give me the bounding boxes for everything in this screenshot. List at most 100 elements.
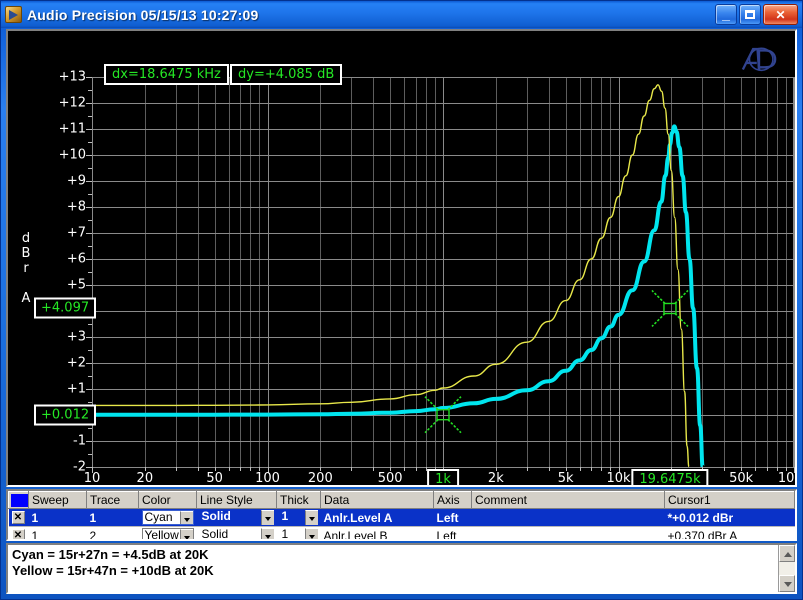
cell-line-style[interactable]: Solid: [196, 526, 277, 541]
cell-cursor1: +0.370 dBr A: [664, 526, 795, 539]
y-tick-label: +7: [66, 225, 86, 241]
x-tick-label: 5k: [557, 471, 574, 486]
cell-thick-value: 1: [281, 528, 289, 541]
y-tick-label: -1: [73, 433, 86, 449]
cell-cursor2: +9: [794, 526, 795, 539]
minimize-button[interactable]: _: [715, 4, 737, 25]
close-icon: ✕: [775, 7, 786, 22]
cell-cursor1: *+0.012 dBr: [664, 508, 795, 527]
graph-panel[interactable]: +13+12+11+10+9+8+7+6+5+4+3+2+10-1-2 1020…: [6, 29, 797, 487]
cell-color-value: Yellow: [142, 529, 180, 541]
cell-thick-select[interactable]: 1: [280, 510, 318, 525]
chevron-down-icon[interactable]: [304, 528, 318, 539]
cell-thick[interactable]: 1: [276, 508, 321, 527]
col-header-axis[interactable]: Axis: [433, 491, 472, 509]
cursor1-y-readout[interactable]: +0.012: [34, 404, 97, 426]
trace-enable-checkbox[interactable]: ✕: [8, 526, 29, 539]
col-header-trace[interactable]: Trace: [86, 491, 139, 509]
cell-thick-select[interactable]: 1: [280, 528, 318, 541]
trace-enable-icon[interactable]: ✕: [11, 511, 25, 524]
trace-table: Sweep Trace Color Line Style Thick Data …: [8, 491, 795, 541]
y-tick-label: +3: [66, 329, 86, 345]
close-button[interactable]: ✕: [763, 4, 798, 25]
y-axis-title: dBrA: [21, 231, 31, 306]
y-tick-label: +10: [58, 147, 86, 163]
col-header-data[interactable]: Data: [320, 491, 434, 509]
col-header-cursor2[interactable]: Cu: [794, 491, 795, 509]
cursor2-y-readout[interactable]: +4.097: [34, 297, 97, 319]
col-header-cursor1[interactable]: Cursor1: [664, 491, 795, 509]
x-tick-label: 200: [307, 471, 333, 486]
cell-thick[interactable]: 1: [276, 526, 321, 541]
trace-enable-checkbox[interactable]: ✕: [8, 508, 29, 527]
chevron-down-icon[interactable]: [179, 511, 193, 524]
cell-comment: [471, 526, 665, 539]
y-tick-label: +9: [66, 173, 86, 189]
cell-line-style-select[interactable]: Solid: [200, 510, 274, 525]
cursor2-x-readout[interactable]: 19.6475k: [631, 469, 709, 485]
y-tick-label: +2: [66, 355, 86, 371]
cell-thick-value: 1: [281, 510, 289, 523]
notes-line-2: Yellow = 15r+47n = +10dB at 20K: [12, 563, 214, 578]
cell-sweep: 1: [28, 508, 87, 527]
cell-sweep: 1: [28, 526, 87, 539]
y-tick-label: +8: [66, 199, 86, 215]
y-tick-label: +11: [58, 121, 86, 137]
cell-color[interactable]: Cyan: [138, 508, 197, 527]
window-title: Audio Precision 05/15/13 10:27:09: [27, 6, 259, 23]
trace-table-panel[interactable]: Sweep Trace Color Line Style Thick Data …: [6, 489, 797, 541]
col-header-thick[interactable]: Thick: [276, 491, 321, 509]
cell-trace: 2: [86, 526, 139, 539]
cell-color[interactable]: Yellow: [138, 526, 197, 541]
cell-line-style-value: Solid: [201, 510, 231, 523]
chevron-down-icon[interactable]: [260, 510, 274, 525]
audio-precision-icon: [5, 6, 22, 23]
maximize-icon: [740, 5, 760, 24]
cell-line-style-value: Solid: [201, 528, 229, 541]
notes-text[interactable]: Cyan = 15r+27n = +4.5dB at 20K Yellow = …: [8, 545, 778, 592]
col-header-comment[interactable]: Comment: [471, 491, 665, 509]
cursor1-x-readout[interactable]: 1k: [427, 469, 459, 485]
trace-table-row[interactable]: ✕ 1 2 Yellow Solid 1 Anlr.Level B Left +0.370 dB…: [8, 526, 795, 541]
notes-panel[interactable]: Cyan = 15r+27n = +4.5dB at 20K Yellow = …: [6, 543, 797, 594]
x-tick-label: 500: [377, 471, 403, 486]
delta-y-readout: dy=+4.085 dB: [230, 64, 343, 85]
corner-indicator: [11, 493, 28, 507]
cell-color-select[interactable]: Cyan: [141, 510, 194, 525]
col-header-line-style[interactable]: Line Style: [196, 491, 277, 509]
window-controls: _ ✕: [715, 4, 800, 25]
chevron-down-icon[interactable]: [179, 529, 193, 539]
cell-line-style-select[interactable]: Solid: [200, 528, 274, 541]
scroll-down-icon[interactable]: [779, 575, 795, 592]
cell-color-value: Cyan: [142, 511, 180, 524]
y-tick-label: +12: [58, 95, 86, 111]
cell-color-select[interactable]: Yellow: [141, 528, 194, 541]
ap-watermark-logo: [741, 47, 777, 72]
scroll-track[interactable]: [779, 562, 795, 575]
minimize-icon: _: [722, 6, 730, 22]
col-header-sweep[interactable]: Sweep: [28, 491, 87, 509]
notes-line-1: Cyan = 15r+27n = +4.5dB at 20K: [12, 547, 209, 562]
cell-axis: Left: [433, 508, 472, 527]
cell-cursor2: *+: [794, 508, 795, 527]
plot-grid: [92, 77, 795, 468]
x-tick-label: 100k: [777, 471, 795, 486]
notes-scrollbar[interactable]: [778, 545, 795, 592]
x-tick-label: 100: [255, 471, 280, 486]
maximize-button[interactable]: [739, 4, 761, 25]
cell-trace: 1: [86, 508, 139, 527]
cell-line-style[interactable]: Solid: [196, 508, 277, 527]
chevron-down-icon[interactable]: [260, 528, 274, 539]
x-tick-label: 20: [136, 471, 154, 486]
trace-enable-icon[interactable]: ✕: [11, 529, 25, 539]
col-header-color[interactable]: Color: [138, 491, 197, 509]
x-tick-label: 50k: [729, 471, 754, 486]
title-bar: Audio Precision 05/15/13 10:27:09 _ ✕: [1, 1, 802, 28]
scroll-up-icon[interactable]: [779, 545, 795, 562]
chevron-down-icon[interactable]: [304, 510, 318, 525]
cell-axis: Left: [433, 526, 472, 539]
x-tick-label: 10k: [606, 471, 631, 486]
x-tick-label: 2k: [487, 471, 504, 486]
select-all-corner[interactable]: [8, 491, 29, 509]
trace-table-row[interactable]: ✕ 1 1 Cyan Solid 1 Anlr.Level A Left *+0.012 dBr…: [8, 508, 795, 527]
